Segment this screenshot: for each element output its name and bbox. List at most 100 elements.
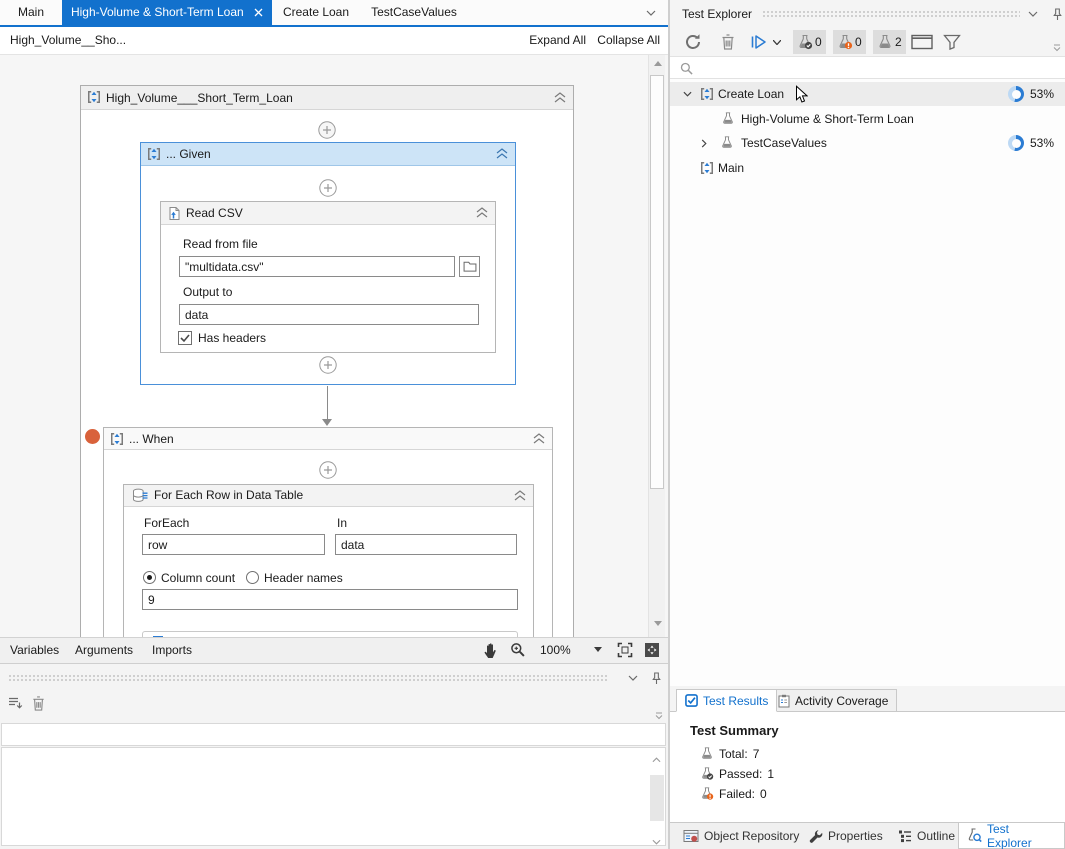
- scroll-up-button[interactable]: [649, 55, 666, 72]
- zoom-dropdown-caret-icon[interactable]: [594, 647, 602, 652]
- activity-read-csv[interactable]: Read CSV Read from file Output to: [160, 201, 496, 353]
- create-variable-icon[interactable]: [8, 696, 23, 711]
- read-from-file-input[interactable]: [179, 256, 455, 277]
- variables-tab[interactable]: Variables: [10, 643, 59, 657]
- foreach-input[interactable]: [142, 534, 325, 555]
- reset-zoom-icon[interactable]: [644, 642, 660, 658]
- zoom-level-value[interactable]: 100%: [540, 643, 571, 657]
- test-search-box[interactable]: [670, 56, 1065, 79]
- scroll-down-button[interactable]: [648, 833, 665, 849]
- collapse-icon[interactable]: [496, 148, 508, 159]
- close-tab-icon[interactable]: [254, 8, 263, 17]
- panel-scrollbar[interactable]: [648, 749, 665, 845]
- imports-tab[interactable]: Imports: [152, 643, 192, 657]
- filter-icon[interactable]: [943, 30, 961, 54]
- canvas-vertical-scrollbar[interactable]: [648, 55, 665, 637]
- delete-icon[interactable]: [720, 30, 736, 54]
- arguments-tab[interactable]: Arguments: [75, 643, 133, 657]
- breakpoint-indicator[interactable]: [85, 429, 100, 444]
- dock-tab-test-explorer[interactable]: Test Explorer: [958, 823, 1065, 849]
- flask-failed-icon: [837, 34, 853, 50]
- output-to-input[interactable]: [179, 304, 479, 325]
- tree-item-high-volume[interactable]: High-Volume & Short-Term Loan: [670, 107, 1065, 131]
- pin-icon[interactable]: [651, 672, 662, 685]
- pan-hand-icon[interactable]: [483, 642, 499, 659]
- breadcrumb-bar: High_Volume__Sho... Expand All Collapse …: [0, 27, 668, 55]
- tab-activity-coverage[interactable]: Activity Coverage: [769, 689, 897, 712]
- scroll-down-button[interactable]: [649, 615, 666, 632]
- refresh-icon[interactable]: [684, 30, 702, 54]
- passed-count: 0: [815, 35, 822, 49]
- tab-test-results[interactable]: Test Results: [676, 689, 777, 712]
- dock-tab-properties[interactable]: Properties: [802, 823, 890, 849]
- add-activity-button[interactable]: [318, 121, 336, 139]
- panel-drag-texture[interactable]: [762, 10, 1020, 18]
- activity-for-each-row[interactable]: For Each Row in Data Table ForEach In Co…: [123, 484, 534, 637]
- collapse-icon[interactable]: [476, 207, 488, 218]
- fit-to-screen-icon[interactable]: [617, 642, 633, 658]
- has-headers-checkbox[interactable]: [178, 331, 192, 345]
- column-count-input[interactable]: [142, 589, 518, 610]
- column-count-radio[interactable]: [143, 571, 156, 584]
- delete-variable-icon[interactable]: [31, 695, 46, 712]
- header-names-radio[interactable]: [246, 571, 259, 584]
- toolbar-overflow-icon[interactable]: [655, 712, 663, 720]
- dock-tabbar: Object Repository Properties Outline Tes…: [670, 822, 1065, 849]
- tab-testcasevalues[interactable]: TestCaseValues: [360, 0, 468, 25]
- panel-chevron-icon[interactable]: [628, 675, 638, 681]
- tab-list-chevron-icon[interactable]: [646, 10, 656, 16]
- scrollbar-thumb[interactable]: [650, 75, 664, 489]
- sequence-given[interactable]: ... Given Read CSV: [140, 142, 516, 385]
- tree-item-main[interactable]: Main: [670, 156, 1065, 180]
- scroll-up-button[interactable]: [648, 751, 665, 768]
- add-activity-button[interactable]: [319, 179, 337, 197]
- workflow-canvas[interactable]: High_Volume___Short_Term_Loan ... Given: [0, 55, 668, 637]
- scrollbar-thumb[interactable]: [650, 775, 664, 821]
- dock-tab-object-repository[interactable]: Object Repository: [676, 823, 806, 849]
- add-activity-button[interactable]: [319, 356, 337, 374]
- variables-empty-row[interactable]: [1, 723, 666, 746]
- collapse-all-button[interactable]: Collapse All: [597, 33, 660, 47]
- sequence-title: High_Volume___Short_Term_Loan: [106, 91, 293, 105]
- tab-create-loan[interactable]: Create Loan: [272, 0, 360, 25]
- run-dropdown-caret-icon[interactable]: [773, 30, 781, 54]
- expander-expanded-icon[interactable]: [683, 91, 692, 97]
- tab-main[interactable]: Main: [0, 0, 62, 25]
- variables-list-area[interactable]: [1, 747, 666, 846]
- breadcrumb[interactable]: High_Volume__Sho...: [10, 33, 126, 47]
- dock-tab-outline[interactable]: Outline: [891, 823, 962, 849]
- passed-label: Passed:: [719, 767, 762, 781]
- panel-chevron-icon[interactable]: [1028, 11, 1038, 17]
- tree-item-testcasevalues[interactable]: TestCaseValues 53%: [670, 131, 1065, 155]
- sequence-when-header[interactable]: ... When: [104, 428, 552, 450]
- collapse-icon[interactable]: [514, 490, 526, 501]
- progress-donut: [1008, 86, 1024, 102]
- zoom-tool-icon[interactable]: [510, 642, 526, 658]
- expand-all-button[interactable]: Expand All: [529, 33, 586, 47]
- not-executed-filter-badge[interactable]: 2: [873, 30, 906, 54]
- show-window-icon[interactable]: [911, 30, 933, 54]
- read-csv-header[interactable]: Read CSV: [161, 202, 495, 225]
- tree-item-create-loan[interactable]: Create Loan 53%: [670, 82, 1065, 106]
- in-input[interactable]: [335, 534, 517, 555]
- expander-collapsed-icon[interactable]: [701, 139, 707, 148]
- passed-filter-badge[interactable]: 0: [793, 30, 826, 54]
- collapse-icon[interactable]: [554, 92, 566, 103]
- tab-high-volume[interactable]: High-Volume & Short-Term Loan: [62, 0, 272, 25]
- pin-icon[interactable]: [1052, 8, 1063, 21]
- dock-tab-label: Test Explorer: [987, 822, 1057, 849]
- sequence-when[interactable]: ... When For Each Row in Data Tabl: [103, 427, 553, 637]
- for-each-header[interactable]: For Each Row in Data Table: [124, 485, 533, 507]
- add-activity-button[interactable]: [319, 461, 337, 479]
- sequence-given-header[interactable]: ... Given: [141, 143, 515, 166]
- toolbar-overflow-icon[interactable]: [1053, 44, 1061, 52]
- browse-file-button[interactable]: [459, 256, 480, 277]
- dock-tab-label: Properties: [828, 829, 883, 843]
- panel-drag-texture[interactable]: [8, 674, 608, 682]
- collapse-icon[interactable]: [533, 433, 545, 444]
- failed-filter-badge[interactable]: 0: [833, 30, 866, 54]
- run-tests-button[interactable]: [750, 30, 768, 54]
- tree-item-label: Create Loan: [718, 87, 784, 101]
- tree-item-label: Main: [718, 161, 744, 175]
- sequence-high-volume-header[interactable]: High_Volume___Short_Term_Loan: [81, 86, 573, 110]
